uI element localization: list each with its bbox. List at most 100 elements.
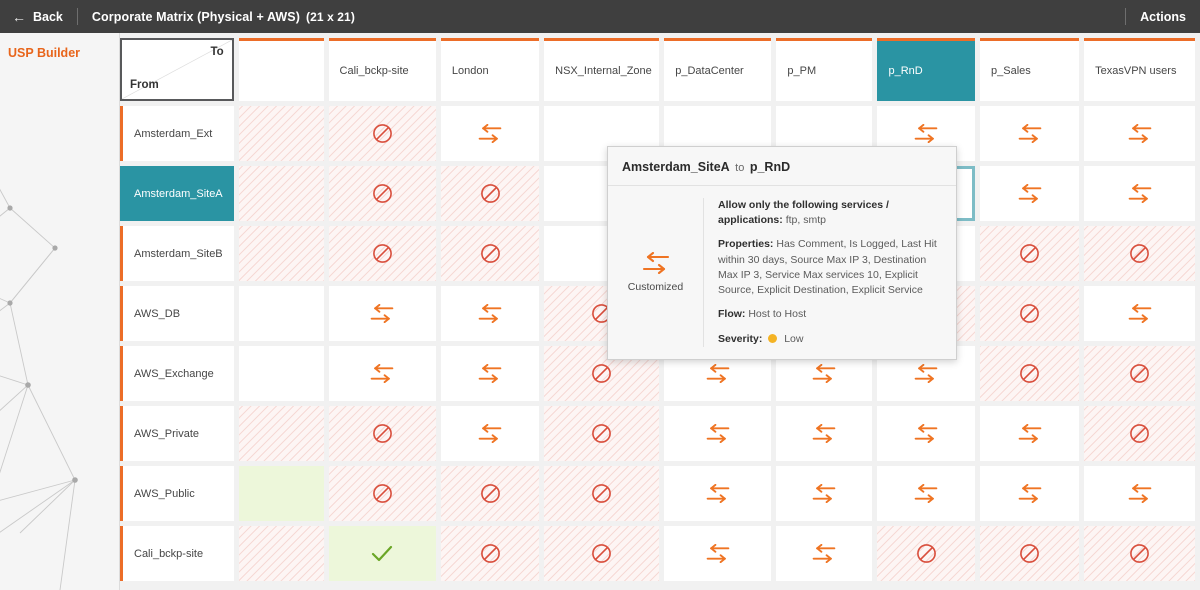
- matrix-cell-aws-exchange-london[interactable]: [441, 346, 539, 401]
- two-way-arrow-icon: [369, 304, 395, 323]
- matrix-cell-aws-private-p-pm[interactable]: [776, 406, 872, 461]
- matrix-cell-amsterdam-siteb-p-sales[interactable]: [980, 226, 1079, 281]
- two-way-arrow-icon: [913, 124, 939, 143]
- severity-dot-icon: [768, 334, 777, 343]
- matrix-row: AWS_Private: [120, 406, 1195, 461]
- matrix-cell-cali-bckp-site-p-sales[interactable]: [980, 526, 1079, 581]
- row-header-cali-bckp-site[interactable]: Cali_bckp-site: [120, 526, 234, 581]
- matrix-cell-cali-bckp-site-texasvpn-users[interactable]: [1084, 526, 1195, 581]
- matrix-dimensions: (21 x 21): [306, 10, 355, 24]
- matrix-cell-aws-exchange-partial[interactable]: [239, 346, 324, 401]
- matrix-cell-amsterdam-ext-cali-bckp-site[interactable]: [329, 106, 436, 161]
- tooltip-details: Allow only the following services / appl…: [704, 198, 944, 347]
- tooltip-flow-value: Host to Host: [748, 308, 806, 320]
- check-icon: [370, 544, 394, 564]
- actions-button[interactable]: Actions: [1126, 10, 1200, 24]
- row-header-aws-public[interactable]: AWS_Public: [120, 466, 234, 521]
- column-header-p-pm[interactable]: p_PM: [776, 38, 872, 101]
- matrix-cell-amsterdam-siteb-partial[interactable]: [239, 226, 324, 281]
- row-header-aws-db[interactable]: AWS_DB: [120, 286, 234, 341]
- matrix-cell-aws-db-london[interactable]: [441, 286, 539, 341]
- matrix-cell-cali-bckp-site-p-datacenter[interactable]: [664, 526, 771, 581]
- matrix-cell-aws-public-p-pm[interactable]: [776, 466, 872, 521]
- matrix-cell-amsterdam-ext-p-sales[interactable]: [980, 106, 1079, 161]
- matrix-cell-aws-private-london[interactable]: [441, 406, 539, 461]
- matrix-cell-aws-public-partial[interactable]: [239, 466, 324, 521]
- matrix-cell-aws-public-p-sales[interactable]: [980, 466, 1079, 521]
- tooltip-flow-row: Flow: Host to Host: [718, 307, 940, 322]
- matrix-cell-aws-private-p-datacenter[interactable]: [664, 406, 771, 461]
- column-header-nsx-internal-zone[interactable]: NSX_Internal_Zone: [544, 38, 659, 101]
- matrix-cell-aws-private-cali-bckp-site[interactable]: [329, 406, 436, 461]
- matrix-title-text: Corporate Matrix (Physical + AWS): [92, 10, 300, 24]
- corner-to-label: To: [210, 46, 223, 58]
- matrix-cell-amsterdam-ext-texasvpn-users[interactable]: [1084, 106, 1195, 161]
- matrix-cell-amsterdam-ext-partial[interactable]: [239, 106, 324, 161]
- matrix-cell-aws-private-texasvpn-users[interactable]: [1084, 406, 1195, 461]
- matrix-cell-aws-db-texasvpn-users[interactable]: [1084, 286, 1195, 341]
- matrix-cell-aws-public-texasvpn-users[interactable]: [1084, 466, 1195, 521]
- matrix-cell-amsterdam-siteb-london[interactable]: [441, 226, 539, 281]
- column-header-texasvpn-users[interactable]: TexasVPN users: [1084, 38, 1195, 101]
- matrix-cell-aws-exchange-cali-bckp-site[interactable]: [329, 346, 436, 401]
- matrix-cell-amsterdam-sitea-p-sales[interactable]: [980, 166, 1079, 221]
- tooltip-services-value: ftp, smtp: [786, 214, 826, 226]
- matrix-cell-amsterdam-sitea-partial[interactable]: [239, 166, 324, 221]
- matrix-cell-cali-bckp-site-nsx-internal-zone[interactable]: [544, 526, 659, 581]
- block-icon: [1019, 303, 1040, 324]
- matrix-cell-amsterdam-sitea-texasvpn-users[interactable]: [1084, 166, 1195, 221]
- column-header-p-datacenter[interactable]: p_DataCenter: [664, 38, 771, 101]
- column-header-partial[interactable]: [239, 38, 324, 101]
- matrix-cell-aws-exchange-texasvpn-users[interactable]: [1084, 346, 1195, 401]
- row-header-aws-exchange[interactable]: AWS_Exchange: [120, 346, 234, 401]
- usp-builder-title: USP Builder: [0, 33, 119, 60]
- matrix-cell-aws-public-p-rnd[interactable]: [877, 466, 975, 521]
- matrix-cell-cali-bckp-site-london[interactable]: [441, 526, 539, 581]
- column-header-p-rnd[interactable]: p_RnD: [877, 38, 975, 101]
- matrix-cell-cali-bckp-site-p-pm[interactable]: [776, 526, 872, 581]
- two-way-arrow-icon: [477, 124, 503, 143]
- matrix-cell-amsterdam-sitea-cali-bckp-site[interactable]: [329, 166, 436, 221]
- block-icon: [1129, 363, 1150, 384]
- column-header-london[interactable]: London: [441, 38, 539, 101]
- row-header-aws-private[interactable]: AWS_Private: [120, 406, 234, 461]
- matrix-cell-amsterdam-sitea-london[interactable]: [441, 166, 539, 221]
- two-way-arrow-icon: [913, 484, 939, 503]
- matrix-cell-aws-private-nsx-internal-zone[interactable]: [544, 406, 659, 461]
- matrix-cell-cali-bckp-site-p-rnd[interactable]: [877, 526, 975, 581]
- matrix-cell-cali-bckp-site-partial[interactable]: [239, 526, 324, 581]
- matrix-cell-aws-db-cali-bckp-site[interactable]: [329, 286, 436, 341]
- matrix-cell-aws-public-london[interactable]: [441, 466, 539, 521]
- tooltip-icon-block: Customized: [608, 198, 704, 347]
- matrix-cell-aws-public-nsx-internal-zone[interactable]: [544, 466, 659, 521]
- matrix-scroll-area[interactable]: To From Cali_bckp-site London NSX_Intern…: [120, 33, 1200, 590]
- matrix-cell-aws-private-p-sales[interactable]: [980, 406, 1079, 461]
- two-way-arrow-icon: [1127, 484, 1153, 503]
- block-icon: [1019, 543, 1040, 564]
- two-way-arrow-icon: [913, 424, 939, 443]
- matrix-cell-aws-private-partial[interactable]: [239, 406, 324, 461]
- row-header-amsterdam-siteb[interactable]: Amsterdam_SiteB: [120, 226, 234, 281]
- matrix-cell-amsterdam-ext-london[interactable]: [441, 106, 539, 161]
- matrix-cell-cali-bckp-site-cali-bckp-site[interactable]: [329, 526, 436, 581]
- matrix-cell-aws-db-partial[interactable]: [239, 286, 324, 341]
- column-header-p-sales[interactable]: p_Sales: [980, 38, 1079, 101]
- block-icon: [372, 423, 393, 444]
- tooltip-flow-label: Flow:: [718, 308, 745, 320]
- two-way-arrow-icon: [1017, 484, 1043, 503]
- matrix-cell-amsterdam-siteb-cali-bckp-site[interactable]: [329, 226, 436, 281]
- matrix-cell-aws-public-cali-bckp-site[interactable]: [329, 466, 436, 521]
- cell-details-tooltip: Amsterdam_SiteA to p_RnD Customized: [607, 146, 957, 360]
- matrix-cell-aws-db-p-sales[interactable]: [980, 286, 1079, 341]
- matrix-row: AWS_Public: [120, 466, 1195, 521]
- tooltip-properties-label: Properties:: [718, 238, 773, 250]
- row-header-amsterdam-ext[interactable]: Amsterdam_Ext: [120, 106, 234, 161]
- matrix-cell-aws-public-p-datacenter[interactable]: [664, 466, 771, 521]
- matrix-cell-aws-private-p-rnd[interactable]: [877, 406, 975, 461]
- column-header-cali-bckp-site[interactable]: Cali_bckp-site: [329, 38, 436, 101]
- row-header-amsterdam-sitea[interactable]: Amsterdam_SiteA: [120, 166, 234, 221]
- back-button[interactable]: ← Back: [0, 0, 77, 33]
- matrix-cell-amsterdam-siteb-texasvpn-users[interactable]: [1084, 226, 1195, 281]
- matrix-title: Corporate Matrix (Physical + AWS) (21 x …: [78, 10, 355, 24]
- matrix-cell-aws-exchange-p-sales[interactable]: [980, 346, 1079, 401]
